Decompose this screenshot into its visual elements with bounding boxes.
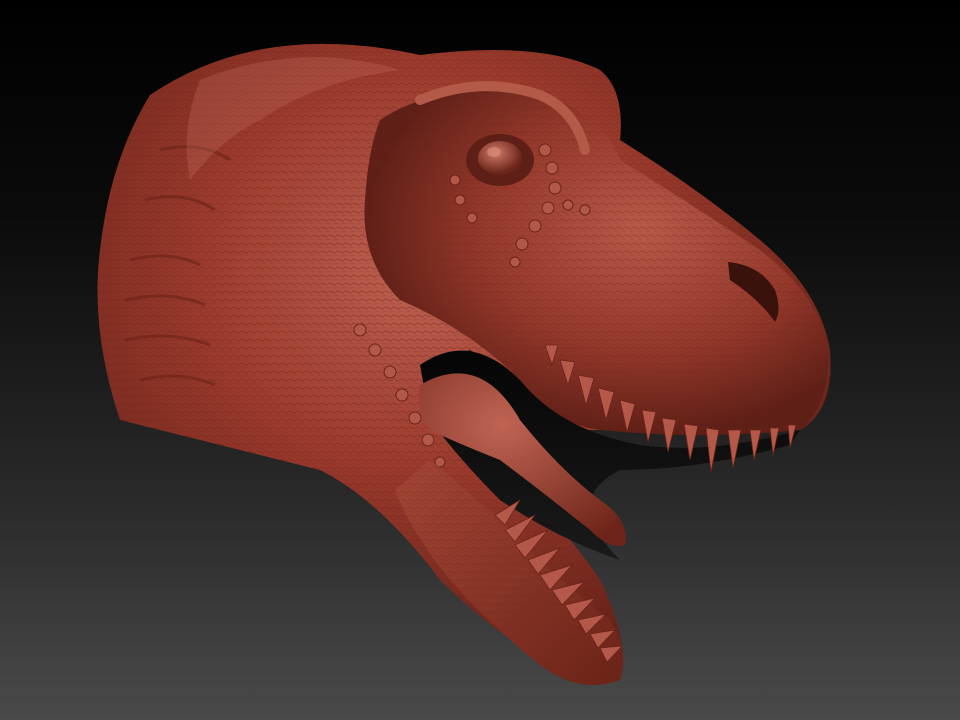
render-canvas: [97, 43, 831, 685]
t-rex-head-sculpt-icon: [97, 43, 831, 685]
eye-icon: [466, 134, 534, 186]
sculpt-viewport[interactable]: [0, 0, 960, 720]
